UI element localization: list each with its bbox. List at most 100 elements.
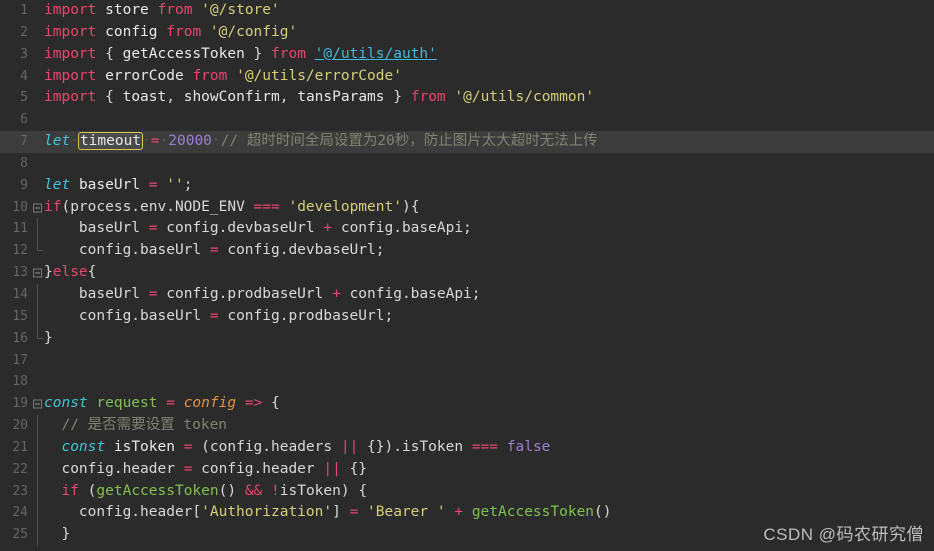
code-line[interactable]: 4 import errorCode from '@/utils/errorCo…: [0, 66, 934, 88]
code-editor[interactable]: 1 import store from '@/store' 2 import c…: [0, 0, 934, 551]
code-line[interactable]: 9 let baseUrl = '';: [0, 175, 934, 197]
code-line[interactable]: 15 config.baseUrl = config.prodbaseUrl;: [0, 305, 934, 328]
indent-guide: [37, 240, 43, 252]
token-brace: {: [87, 264, 97, 281]
line-content[interactable]: import { getAccessToken } from '@/utils/…: [44, 44, 437, 66]
whitespace-dot: ·: [211, 133, 221, 150]
token-function: getAccessToken: [96, 482, 219, 499]
code-line[interactable]: 2 import config from '@/config': [0, 22, 934, 44]
token-identifier: config: [105, 23, 158, 40]
token-operator: =: [349, 504, 359, 521]
token-string: 'Bearer ': [367, 504, 446, 521]
line-content[interactable]: let·timeout·=·20000·// 超时时间全局设置为20秒，防止图片…: [44, 131, 598, 153]
line-number: 9: [20, 177, 28, 193]
code-line[interactable]: 18: [0, 371, 934, 393]
indent-guide: [37, 283, 38, 306]
line-content[interactable]: const request = config => {: [44, 393, 280, 415]
indent-guide: [37, 436, 38, 459]
token-function: getAccessToken: [471, 504, 595, 521]
token-keyword: import: [44, 67, 97, 84]
line-number: 17: [12, 352, 28, 368]
token-string: '': [166, 176, 184, 193]
line-content[interactable]: if (getAccessToken() && !isToken) {: [44, 481, 367, 503]
code-line[interactable]: 16 }: [0, 327, 934, 350]
token-string-link[interactable]: '@/utils/auth': [315, 46, 437, 62]
token-operator: =: [148, 285, 158, 302]
line-number: 13: [12, 265, 28, 281]
token-operator: ||: [323, 460, 341, 477]
line-number: 5: [20, 90, 28, 106]
code-line[interactable]: 14 baseUrl = config.prodbaseUrl + config…: [0, 283, 934, 306]
line-content[interactable]: config.baseUrl = config.prodbaseUrl;: [44, 306, 393, 328]
line-content[interactable]: import { toast, showConfirm, tansParams …: [44, 87, 594, 109]
fold-collapse-icon[interactable]: [33, 399, 42, 409]
token-operator: +: [332, 285, 341, 302]
indent-guide: [37, 415, 38, 437]
token-expression: (config.headers: [201, 438, 341, 455]
token-identifier: toast: [122, 89, 167, 106]
token-operator: +: [323, 220, 333, 237]
code-line[interactable]: 20 // 是否需要设置 token: [0, 415, 934, 437]
line-content[interactable]: const isToken = (config.headers || {}).i…: [44, 437, 550, 459]
line-content[interactable]: import store from '@/store': [44, 0, 280, 22]
line-content[interactable]: }: [44, 328, 53, 350]
code-line[interactable]: 6: [0, 109, 934, 131]
code-line[interactable]: 19 const request = config => {: [0, 393, 934, 415]
token-brace: }: [44, 264, 53, 281]
code-line[interactable]: 11 baseUrl = config.devbaseUrl + config.…: [0, 218, 934, 241]
code-line[interactable]: 13 }else{: [0, 262, 934, 284]
token-brace: }: [44, 329, 53, 346]
token-expression: isToken) {: [279, 482, 368, 499]
indent-guide: [37, 480, 38, 503]
token-expression: config.prodbaseUrl: [157, 285, 333, 302]
line-content[interactable]: }: [44, 524, 70, 546]
code-line[interactable]: 5 import { toast, showConfirm, tansParam…: [0, 87, 934, 109]
token-occurrence-highlight[interactable]: timeout: [77, 132, 144, 151]
code-line[interactable]: 3 import { getAccessToken } from '@/util…: [0, 44, 934, 66]
token-operator: ===: [471, 438, 499, 455]
code-line[interactable]: 8: [0, 153, 934, 175]
line-content[interactable]: baseUrl = config.prodbaseUrl + config.ba…: [44, 284, 481, 306]
line-content[interactable]: baseUrl = config.devbaseUrl + config.bas…: [44, 218, 472, 240]
token-operator: =: [183, 438, 193, 455]
token-string: '@/utils/common': [454, 89, 595, 106]
line-content[interactable]: config.baseUrl = config.devbaseUrl;: [44, 240, 385, 262]
csdn-watermark: CSDN @码农研究僧: [763, 525, 924, 544]
token-identifier: getAccessToken: [122, 45, 245, 62]
code-line[interactable]: 23 if (getAccessToken() && !isToken) {: [0, 480, 934, 503]
line-content[interactable]: // 是否需要设置 token: [44, 415, 227, 437]
token-expression: config.baseUrl: [44, 242, 210, 259]
token-expression: config.header: [192, 460, 324, 477]
token-operator: &&: [244, 482, 263, 499]
indent-guide: [37, 218, 38, 241]
line-content[interactable]: if(process.env.NODE_ENV === 'development…: [44, 197, 419, 219]
code-line[interactable]: 12 config.baseUrl = config.devbaseUrl;: [0, 240, 934, 262]
code-line-current[interactable]: 7 let·timeout·=·20000·// 超时时间全局设置为20秒，防止…: [0, 131, 934, 153]
line-content[interactable]: config.header['Authorization'] = 'Bearer…: [44, 502, 612, 524]
code-line[interactable]: 22 config.header = config.header || {}: [0, 458, 934, 481]
token-brace: {: [105, 89, 114, 106]
token-keyword: from: [166, 23, 202, 40]
line-content[interactable]: import config from '@/config': [44, 22, 297, 44]
token-identifier: errorCode: [105, 67, 184, 84]
token-operator: =: [209, 307, 219, 324]
line-content[interactable]: config.header = config.header || {}: [44, 459, 367, 481]
code-line[interactable]: 21 const isToken = (config.headers || {}…: [0, 436, 934, 459]
line-content[interactable]: import errorCode from '@/utils/errorCode…: [44, 66, 402, 88]
line-number: 15: [12, 308, 28, 324]
code-line[interactable]: 1 import store from '@/store': [0, 0, 934, 22]
fold-collapse-icon[interactable]: [33, 268, 42, 278]
token-parameter: config: [183, 395, 237, 412]
line-content[interactable]: let baseUrl = '';: [44, 175, 192, 197]
line-number: 4: [20, 68, 28, 84]
code-line[interactable]: 17: [0, 350, 934, 372]
token-operator: ||: [340, 438, 359, 455]
code-line[interactable]: 10 if(process.env.NODE_ENV === 'developm…: [0, 197, 934, 219]
line-content[interactable]: }else{: [44, 262, 96, 284]
token-semicolon: ;: [183, 176, 193, 193]
indent-guide: [37, 327, 43, 339]
fold-collapse-icon[interactable]: [33, 203, 42, 213]
token-comma: ,: [166, 89, 175, 106]
